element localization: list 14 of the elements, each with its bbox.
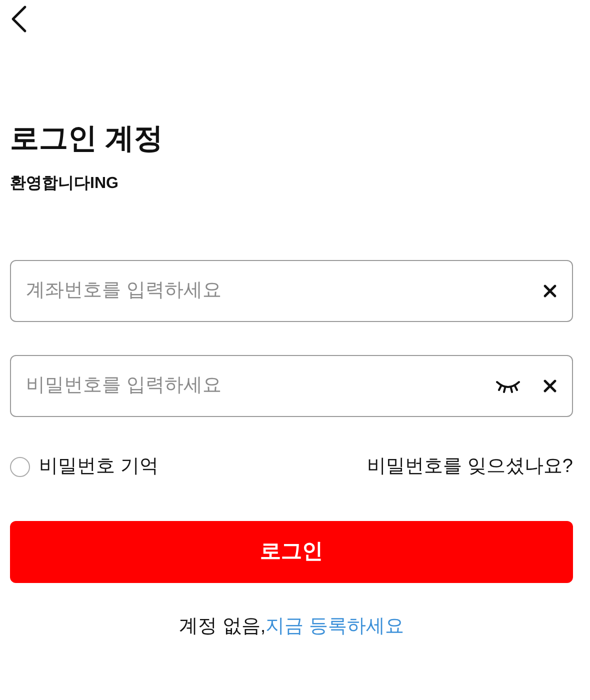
remember-radio[interactable] [10,457,30,478]
remember-label: 비밀번호 기억 [39,455,158,479]
clear-icon[interactable] [543,379,557,393]
login-button[interactable]: 로그인 [10,520,573,582]
register-link[interactable]: 지금 등록하세요 [266,612,404,641]
input-field[interactable]: 비밀번호를 입력하세요 [10,355,573,417]
input-field[interactable]: 계좌번호를 입력하세요 [10,260,573,322]
welcome-text: 환영합니다ING [10,174,118,194]
no-account-text: 계정 없음, [179,614,266,638]
clear-icon[interactable] [543,284,557,298]
eye-closed-icon[interactable] [495,379,521,393]
page-title: 로그인 계정 [10,122,164,157]
back-icon[interactable] [10,5,28,33]
forgot-password-link[interactable]: 비밀번호를 잊으셨나요? [367,453,573,482]
